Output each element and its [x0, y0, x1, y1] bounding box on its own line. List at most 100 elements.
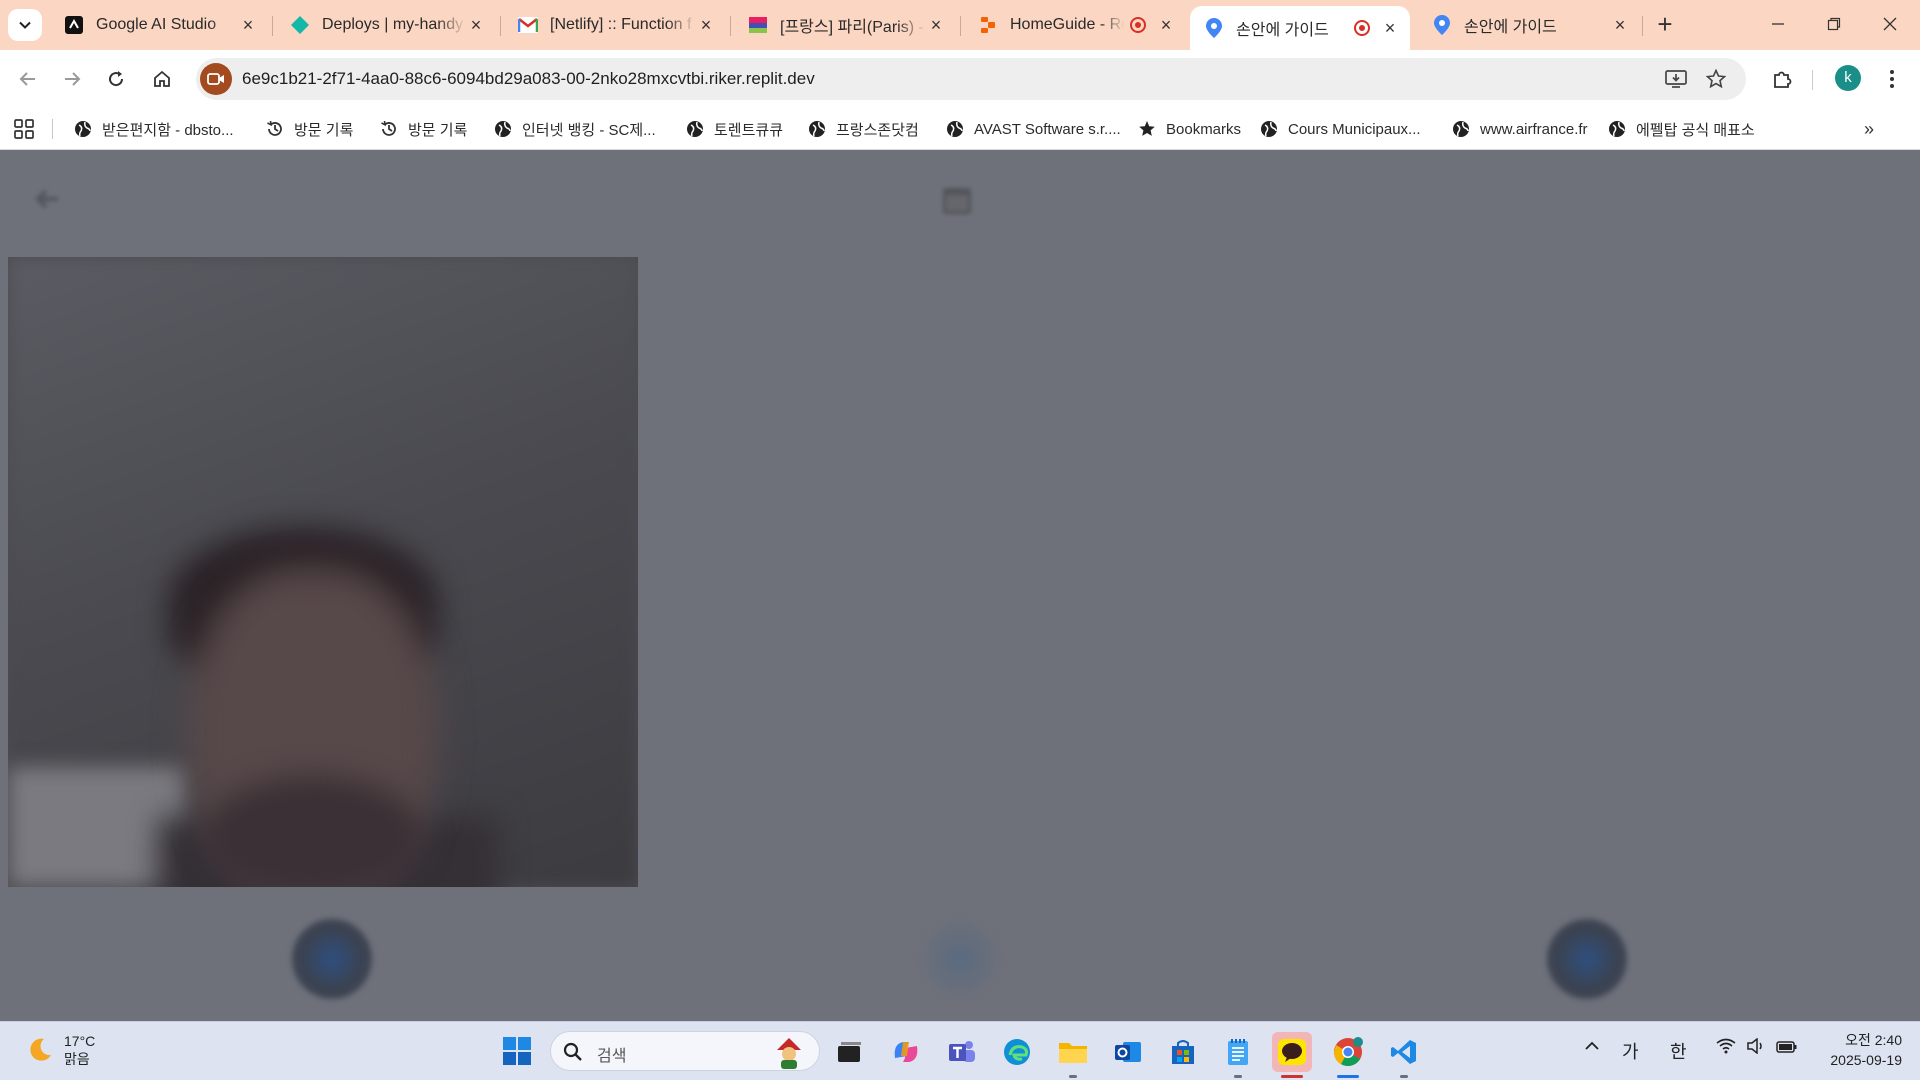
apps-grid-icon[interactable]	[14, 119, 34, 139]
bookmark-label: 토렌트큐큐	[714, 121, 784, 139]
outlook-icon	[1115, 1042, 1141, 1062]
tab-separator	[960, 16, 961, 36]
globe-icon	[1260, 120, 1278, 138]
taskbar-edge[interactable]	[997, 1032, 1037, 1072]
taskbar-file-explorer[interactable]	[1053, 1032, 1093, 1078]
install-app-button[interactable]	[1664, 67, 1688, 91]
bookmark-item[interactable]: 프랑스존닷컴	[808, 117, 919, 141]
bookmark-item[interactable]: 에펠탑 공식 매표소	[1608, 117, 1755, 141]
taskbar-vscode[interactable]	[1384, 1032, 1424, 1078]
restore-button[interactable]	[1806, 0, 1862, 48]
close-tab-icon[interactable]: ×	[696, 15, 716, 35]
taskbar-store[interactable]	[1163, 1032, 1203, 1072]
bookmark-label: 방문 기록	[294, 121, 354, 139]
history-icon	[266, 120, 284, 138]
tray-overflow-chevron-icon[interactable]	[1584, 1038, 1600, 1059]
moon-icon	[30, 1038, 51, 1061]
browser-menu-button[interactable]	[1874, 61, 1910, 97]
globe-icon	[1452, 120, 1470, 138]
bookmarks-bar: 받은편지함 - dbsto... 방문 기록 방문 기록 인터넷 뱅킹 - SC…	[0, 108, 1920, 150]
minimize-button[interactable]	[1750, 0, 1806, 48]
new-tab-button[interactable]: +	[1650, 10, 1680, 40]
bookmark-item[interactable]: 방문 기록	[380, 117, 467, 141]
center-control-button[interactable]	[920, 919, 1000, 999]
weather-widget[interactable]: 17°C 맑음	[24, 1032, 95, 1068]
battery-icon[interactable]	[1776, 1038, 1798, 1059]
bookmark-item[interactable]: Cours Municipaux...	[1260, 117, 1421, 141]
taskbar-teams[interactable]	[942, 1032, 982, 1072]
taskbar-search[interactable]: 검색	[550, 1031, 820, 1071]
close-tab-icon[interactable]: ×	[1156, 15, 1176, 35]
bookmark-item[interactable]: 받은편지함 - dbsto...	[74, 117, 234, 141]
taskbar-copilot[interactable]	[886, 1032, 926, 1072]
start-button[interactable]	[502, 1036, 532, 1066]
globe-icon	[946, 120, 964, 138]
ime-language-indicator[interactable]: 가	[1622, 1038, 1639, 1064]
wifi-icon[interactable]	[1716, 1038, 1736, 1059]
weather-temperature: 17°C	[64, 1033, 96, 1049]
profile-avatar[interactable]: k	[1835, 65, 1861, 91]
home-button[interactable]	[144, 61, 180, 97]
tab-separator	[1642, 16, 1643, 36]
tab-search-button[interactable]	[8, 9, 42, 41]
ime-mode-indicator[interactable]: 한	[1670, 1038, 1687, 1064]
back-button[interactable]	[10, 61, 46, 97]
close-tab-icon[interactable]: ×	[1380, 18, 1400, 38]
close-window-button[interactable]	[1862, 0, 1918, 48]
arrow-left-icon[interactable]	[30, 181, 66, 217]
site-info-button[interactable]	[200, 63, 232, 95]
minimize-icon	[1772, 23, 1784, 25]
clock-date: 2025-09-19	[1830, 1052, 1902, 1068]
tab-deploys[interactable]: Deploys | my-handy ×	[276, 6, 496, 44]
bookmark-item[interactable]: www.airfrance.fr	[1452, 117, 1588, 141]
running-indicator	[1069, 1075, 1077, 1078]
url-text: 6e9c1b21-2f71-4aa0-88c6-6094bd29a083-00-…	[242, 69, 815, 88]
more-vertical-icon	[1890, 70, 1894, 88]
tab-homeguide-replit[interactable]: HomeGuide - Re ×	[964, 6, 1186, 44]
bookmark-item[interactable]: 토렌트큐큐	[686, 117, 783, 141]
bookmark-item[interactable]: Bookmarks	[1138, 117, 1241, 141]
reload-button[interactable]	[98, 61, 134, 97]
tab-guide-2[interactable]: 손안에 가이드 ×	[1418, 6, 1640, 44]
tab-paris-travel[interactable]: [프랑스] 파리(Paris) - ×	[734, 6, 956, 44]
close-tab-icon[interactable]: ×	[238, 15, 258, 35]
more-bookmarks-chevron-icon[interactable]: »	[1864, 119, 1874, 140]
calendar-icon[interactable]	[940, 183, 974, 217]
tab-guide-active[interactable]: 손안에 가이드 ×	[1190, 6, 1410, 50]
reload-icon	[109, 71, 124, 87]
star-outline-icon	[1706, 69, 1726, 89]
right-control-button[interactable]	[1547, 919, 1627, 999]
bookmark-label: 받은편지함 - dbsto...	[102, 121, 234, 139]
bookmark-item[interactable]: AVAST Software s.r....	[946, 117, 1121, 141]
bookmark-item[interactable]: 인터넷 뱅킹 - SC제...	[494, 117, 656, 141]
volume-icon[interactable]	[1746, 1037, 1766, 1059]
taskbar-chrome[interactable]	[1328, 1032, 1368, 1078]
bookmark-item[interactable]: 방문 기록	[266, 117, 353, 141]
extensions-button[interactable]	[1764, 61, 1800, 97]
running-indicator	[1234, 1075, 1242, 1078]
search-icon	[563, 1042, 582, 1061]
forward-button[interactable]	[54, 61, 90, 97]
close-tab-icon[interactable]: ×	[466, 15, 486, 35]
taskbar-task-view[interactable]	[830, 1032, 870, 1072]
taskbar-kakaotalk[interactable]	[1272, 1032, 1312, 1078]
gmail-icon	[518, 15, 538, 35]
running-indicator	[1281, 1075, 1303, 1078]
star-icon	[1138, 120, 1156, 138]
tab-google-ai-studio[interactable]: Google AI Studio ×	[50, 6, 268, 44]
taskbar-notepad[interactable]	[1218, 1032, 1258, 1078]
tab-netlify-mail[interactable]: [Netlify] :: Function f ×	[504, 6, 726, 44]
map-pin-icon	[1432, 15, 1452, 35]
close-icon	[1883, 17, 1897, 31]
globe-icon	[808, 120, 826, 138]
close-tab-icon[interactable]: ×	[1610, 15, 1630, 35]
tab-title: Deploys | my-handy	[322, 16, 464, 33]
address-bar[interactable]: 6e9c1b21-2f71-4aa0-88c6-6094bd29a083-00-…	[196, 58, 1746, 100]
recording-icon	[1130, 17, 1146, 33]
system-clock[interactable]: 오전 2:40 2025-09-19	[1812, 1030, 1902, 1070]
netlify-icon	[290, 15, 310, 35]
bookmark-star-button[interactable]	[1704, 67, 1728, 91]
left-control-button[interactable]	[292, 919, 372, 999]
taskbar-outlook[interactable]	[1108, 1032, 1148, 1072]
close-tab-icon[interactable]: ×	[926, 15, 946, 35]
